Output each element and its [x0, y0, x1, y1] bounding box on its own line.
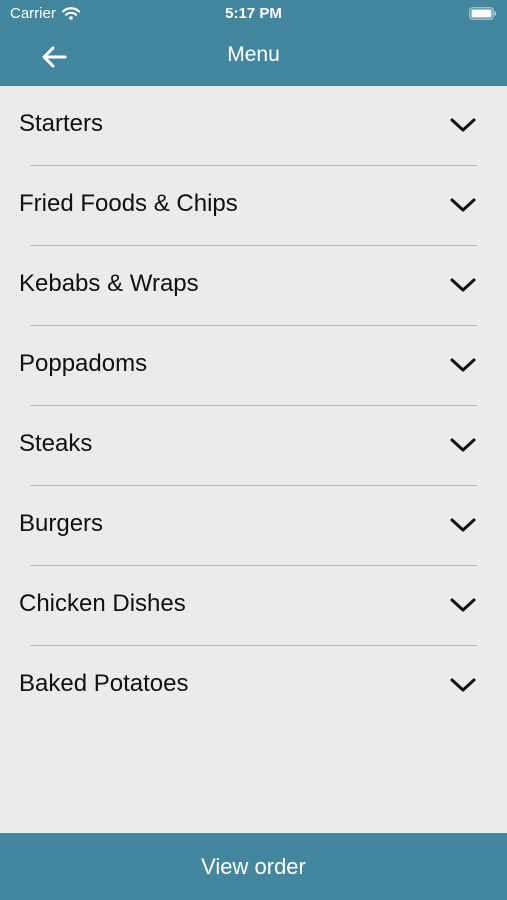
header: Carrier 5:17 PM Menu: [0, 0, 507, 86]
chevron-down-icon[interactable]: [450, 355, 476, 375]
chevron-down-icon[interactable]: [450, 435, 476, 455]
menu-category-label: Steaks: [19, 430, 93, 457]
chevron-down-icon[interactable]: [450, 115, 476, 135]
chevron-down-icon[interactable]: [450, 195, 476, 215]
battery-icon: [469, 7, 497, 20]
status-bar: Carrier 5:17 PM: [0, 0, 507, 28]
menu-category-label: Chicken Dishes: [19, 590, 186, 617]
chevron-down-icon[interactable]: [450, 515, 476, 535]
menu-category-fried-foods-chips[interactable]: Fried Foods & Chips: [0, 166, 507, 246]
clock: 5:17 PM: [225, 5, 282, 22]
view-order-label: View order: [201, 853, 306, 879]
menu-category-label: Kebabs & Wraps: [19, 270, 199, 297]
chevron-down-icon[interactable]: [450, 275, 476, 295]
chevron-down-icon[interactable]: [450, 675, 476, 695]
menu-category-steaks[interactable]: Steaks: [0, 406, 507, 486]
menu-category-label: Burgers: [19, 510, 104, 537]
nav-bar: Menu: [0, 28, 507, 86]
menu-category-label: Poppadoms: [19, 350, 148, 377]
menu-category-poppadoms[interactable]: Poppadoms: [0, 326, 507, 406]
menu-category-label: Starters: [19, 110, 104, 137]
menu-category-label: Baked Potatoes: [19, 670, 189, 697]
page-title: Menu: [227, 43, 280, 66]
menu-category-list: Starters Fried Foods & Chips Kebabs & Wr…: [0, 86, 507, 726]
menu-category-chicken-dishes[interactable]: Chicken Dishes: [0, 566, 507, 646]
chevron-down-icon[interactable]: [450, 595, 476, 615]
view-order-button[interactable]: View order: [0, 833, 507, 900]
menu-category-baked-potatoes[interactable]: Baked Potatoes: [0, 646, 507, 726]
menu-category-burgers[interactable]: Burgers: [0, 486, 507, 566]
menu-category-kebabs-wraps[interactable]: Kebabs & Wraps: [0, 246, 507, 326]
menu-category-starters[interactable]: Starters: [0, 86, 507, 166]
menu-category-label: Fried Foods & Chips: [19, 190, 238, 217]
